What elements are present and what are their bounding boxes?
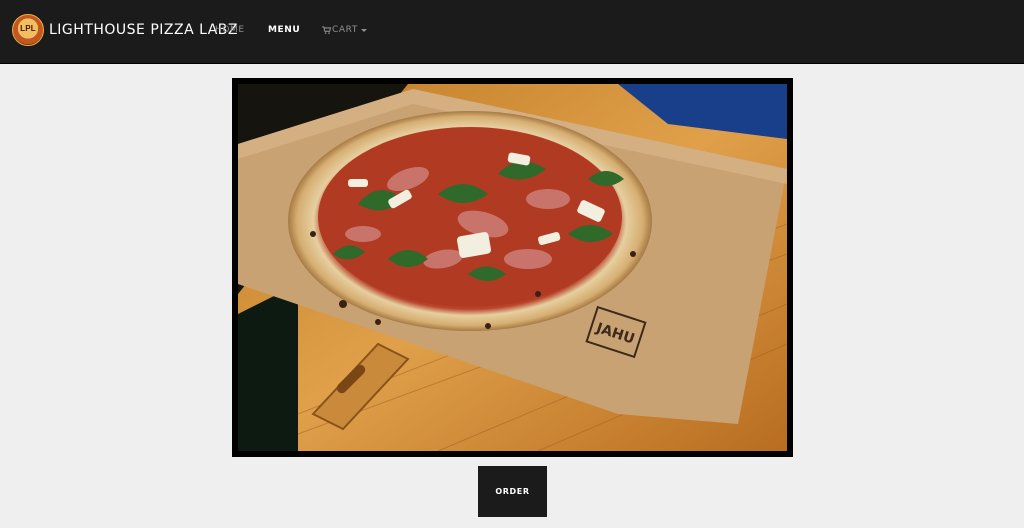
brand-logo: LPL bbox=[12, 14, 44, 46]
brand-name: LIGHTHOUSE PIZZA LABZ bbox=[49, 22, 239, 38]
order-button[interactable]: ORDER bbox=[478, 466, 547, 517]
chevron-down-icon bbox=[360, 28, 367, 32]
hero-image-frame: JAHU bbox=[232, 78, 793, 457]
cart-icon bbox=[322, 26, 331, 34]
brand-link[interactable]: LPL LIGHTHOUSE PIZZA LABZ bbox=[12, 14, 238, 46]
pizza-photo: JAHU bbox=[238, 84, 787, 451]
logo-text: LPL bbox=[20, 24, 36, 33]
nav-cart-dropdown[interactable]: CART bbox=[322, 25, 367, 35]
cart-label: CART bbox=[332, 25, 358, 35]
top-navbar: LPL LIGHTHOUSE PIZZA LABZ HOME MENU CART bbox=[0, 0, 1024, 64]
nav-menu-link[interactable]: MENU bbox=[268, 25, 300, 35]
nav-home-link[interactable]: HOME bbox=[215, 25, 245, 35]
